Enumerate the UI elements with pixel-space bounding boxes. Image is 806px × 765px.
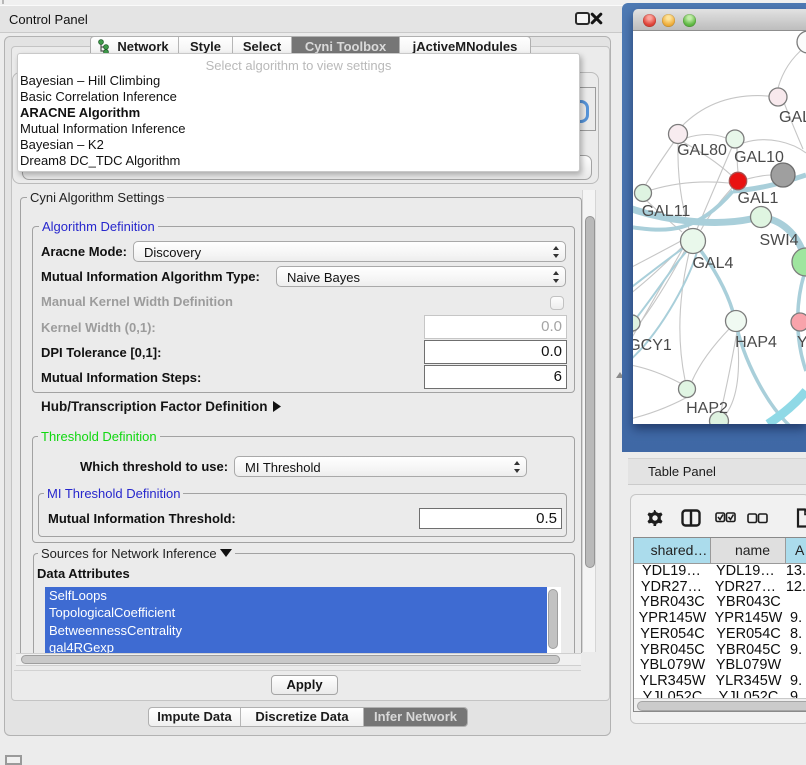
svg-text:HAP4: HAP4 [735,334,777,351]
svg-text:GAL11: GAL11 [642,203,691,220]
svg-text:HAP2: HAP2 [686,400,728,417]
svg-text:GAL1: GAL1 [738,190,779,207]
svg-text:GAL7: GAL7 [779,109,806,126]
svg-text:GAL4: GAL4 [693,255,734,272]
svg-text:SWI4: SWI4 [759,232,798,249]
svg-text:GCY1: GCY1 [633,337,672,354]
svg-text:GAL10: GAL10 [734,149,784,166]
svg-text:YD: YD [797,334,806,351]
svg-text:GAL80: GAL80 [677,142,727,159]
